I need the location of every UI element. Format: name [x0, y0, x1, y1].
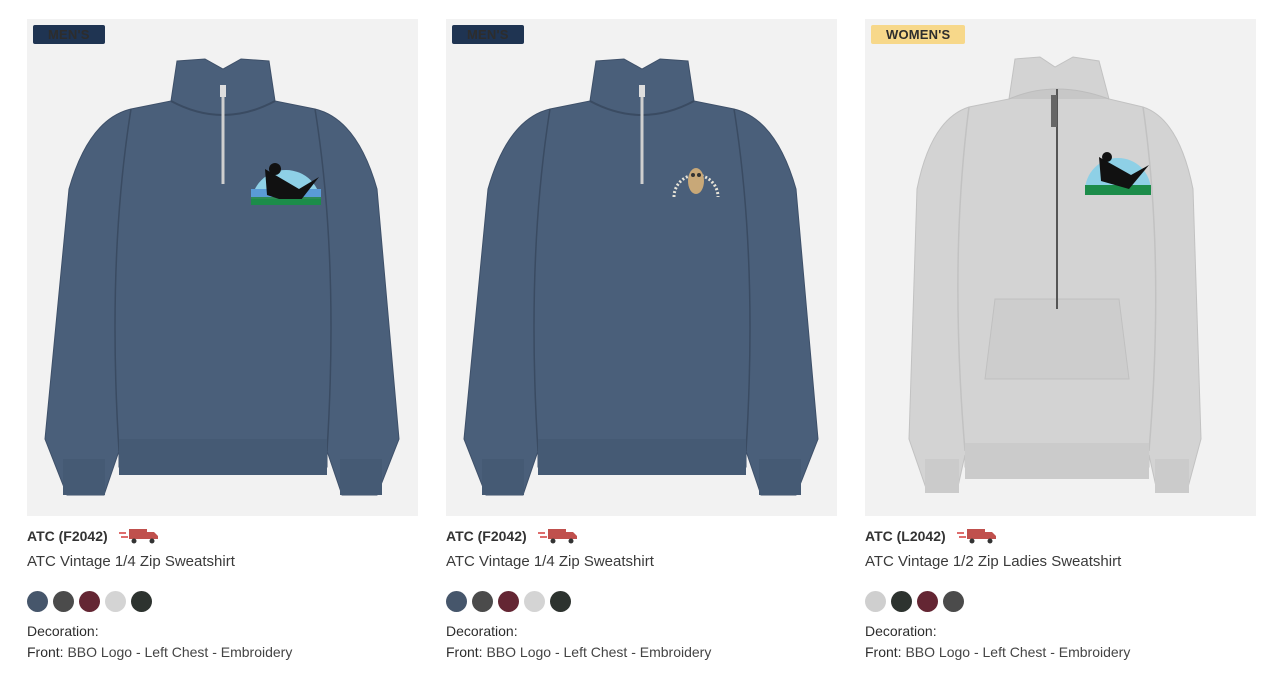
product-price	[865, 572, 1256, 586]
product-card[interactable]: WOMEN'S ATC (L2042) ATC Vintage 1/2 Zip …	[865, 19, 1256, 662]
product-sku: ATC (F2042)	[446, 528, 527, 544]
color-swatch[interactable]	[865, 591, 886, 612]
color-swatch[interactable]	[524, 591, 545, 612]
color-swatch[interactable]	[472, 591, 493, 612]
product-price	[27, 572, 418, 586]
color-swatch[interactable]	[891, 591, 912, 612]
color-swatch[interactable]	[131, 591, 152, 612]
color-swatch[interactable]	[79, 591, 100, 612]
decoration-detail: Front: BBO Logo - Left Chest - Embroider…	[446, 642, 837, 662]
product-card[interactable]: MEN'S ATC (F2042) ATC Vintage 1/4 Zip Sw…	[446, 19, 837, 662]
category-badge: MEN'S	[33, 25, 105, 44]
delivery-truck-icon	[956, 529, 996, 544]
category-badge: WOMEN'S	[871, 25, 966, 44]
color-swatch[interactable]	[27, 591, 48, 612]
product-image[interactable]: MEN'S	[27, 19, 418, 516]
product-card[interactable]: MEN'S ATC (F2042) ATC Vintage 1/4 Zip Sw…	[27, 19, 418, 662]
product-sku: ATC (F2042)	[27, 528, 108, 544]
product-price	[446, 572, 837, 586]
decoration-label: Decoration:	[27, 623, 99, 639]
category-badge: MEN'S	[452, 25, 524, 44]
product-grid: MEN'S ATC (F2042) ATC Vintage 1/4 Zip Sw…	[0, 0, 1268, 700]
product-image[interactable]: MEN'S	[446, 19, 837, 516]
product-image[interactable]: WOMEN'S	[865, 19, 1256, 516]
decoration-label: Decoration:	[865, 623, 937, 639]
color-swatches	[865, 591, 1256, 613]
decoration-value: BBO Logo - Left Chest - Embroidery	[67, 644, 293, 660]
color-swatch[interactable]	[550, 591, 571, 612]
color-swatches	[27, 591, 418, 613]
sweatshirt-image	[908, 56, 1202, 493]
sweatshirt-image	[463, 58, 819, 496]
color-swatch[interactable]	[446, 591, 467, 612]
color-swatch[interactable]	[498, 591, 519, 612]
decoration-label: Decoration:	[446, 623, 518, 639]
product-sku: ATC (L2042)	[865, 528, 946, 544]
product-title[interactable]: ATC Vintage 1/2 Zip Ladies Sweatshirt	[865, 552, 1256, 572]
color-swatch[interactable]	[943, 591, 964, 612]
color-swatch[interactable]	[105, 591, 126, 612]
color-swatch[interactable]	[53, 591, 74, 612]
decoration-key: Front:	[865, 644, 902, 660]
decoration-detail: Front: BBO Logo - Left Chest - Embroider…	[865, 642, 1256, 662]
product-title[interactable]: ATC Vintage 1/4 Zip Sweatshirt	[27, 552, 418, 572]
decoration-value: BBO Logo - Left Chest - Embroidery	[905, 644, 1131, 660]
sweatshirt-image	[44, 58, 400, 496]
decoration-key: Front:	[446, 644, 483, 660]
color-swatch[interactable]	[917, 591, 938, 612]
color-swatches	[446, 591, 837, 613]
product-title[interactable]: ATC Vintage 1/4 Zip Sweatshirt	[446, 552, 837, 572]
delivery-truck-icon	[537, 529, 577, 544]
decoration-key: Front:	[27, 644, 64, 660]
decoration-value: BBO Logo - Left Chest - Embroidery	[486, 644, 712, 660]
delivery-truck-icon	[118, 529, 158, 544]
decoration-detail: Front: BBO Logo - Left Chest - Embroider…	[27, 642, 418, 662]
